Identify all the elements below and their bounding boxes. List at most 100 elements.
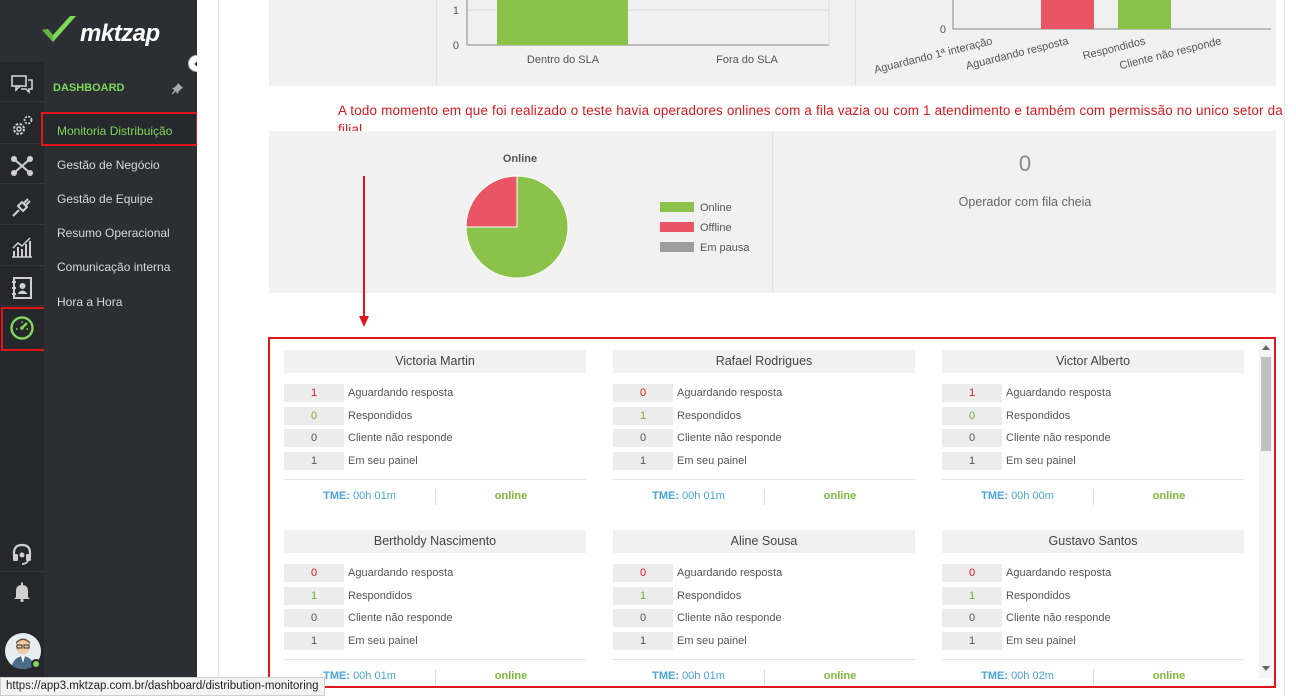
operator-metric-row: 0 Respondidos — [942, 406, 1244, 425]
pie-chart-title: Online — [503, 153, 537, 165]
operator-status: online — [494, 490, 528, 502]
operator-metric-row: 1 Em seu painel — [284, 631, 586, 650]
metric-value: 1 — [613, 406, 673, 425]
operator-metric-row: 0 Cliente não responde — [284, 609, 586, 628]
status-bar-chart: 0 Aguardando 1ª interação Aguardando res… — [873, 0, 1271, 76]
metric-label: Respondidos — [348, 589, 413, 602]
tme-label: TME: — [981, 670, 1008, 682]
bell-icon[interactable] — [0, 574, 44, 610]
metric-value: 0 — [942, 429, 1002, 448]
metric-label: Respondidos — [677, 589, 742, 602]
operator-status: online — [823, 670, 857, 682]
operator-metric-row: 1 Respondidos — [613, 586, 915, 605]
metric-value: 1 — [284, 451, 344, 470]
logo[interactable]: mktzap — [0, 0, 197, 62]
metric-label: Aguardando resposta — [348, 567, 454, 579]
y-tick-label: 0 — [453, 40, 459, 52]
tme-label: TME: — [981, 490, 1008, 502]
nav-item-hora-a-hora[interactable]: Hora a Hora — [57, 295, 122, 309]
icon-rail — [0, 0, 46, 696]
tme-text: TME: 00h 01m — [613, 490, 764, 502]
tme-value: 00h 01m — [353, 670, 396, 682]
metric-value: 0 — [284, 429, 344, 448]
metric-value: 0 — [284, 609, 344, 628]
pie-slice-offline — [465, 175, 518, 228]
operator-footer: TME: 00h 01m online — [284, 659, 586, 693]
nav-item-gestao-de-negocio[interactable]: Gestão de Negócio — [57, 158, 160, 172]
speedometer-highlight-box — [1, 307, 46, 351]
legend-swatch-em-pausa — [660, 242, 694, 252]
operator-metric-row: 1 Respondidos — [613, 406, 915, 425]
operator-metric-row: 0 Cliente não responde — [613, 609, 915, 628]
legend-label-em-pausa: Em pausa — [700, 242, 750, 254]
operator-status: online — [1152, 670, 1186, 682]
operator-metric-row: 1 Em seu painel — [284, 451, 586, 470]
operator-status: online — [494, 670, 528, 682]
operator-metric-row: 0 Respondidos — [284, 406, 586, 425]
scroll-up-arrow-icon[interactable] — [1262, 344, 1270, 350]
tme-value: 00h 01m — [353, 490, 396, 502]
plug-icon[interactable] — [0, 189, 44, 225]
bar-chart-icon[interactable] — [0, 230, 44, 266]
operator-metric-row: 0 Aguardando resposta — [613, 384, 915, 402]
y-tick-label: 0 — [940, 24, 946, 36]
checkmark-logo-icon — [42, 16, 76, 42]
operator-metric-row: 0 Aguardando resposta — [613, 564, 915, 582]
bar-aguardando-resposta — [1041, 0, 1094, 29]
nav-item-gestao-de-equipe[interactable]: Gestão de Equipe — [57, 192, 153, 206]
chat-icon[interactable] — [0, 66, 44, 102]
metric-label: Em seu painel — [348, 454, 418, 467]
metric-label: Em seu painel — [348, 634, 418, 647]
operators-scroll-thumb[interactable] — [1261, 357, 1271, 451]
nav-item-resumo-operacional[interactable]: Resumo Operacional — [57, 226, 170, 240]
tme-value: 00h 00m — [1011, 490, 1054, 502]
x-category-label: Fora do SLA — [716, 54, 778, 66]
settings-gear-icon[interactable] — [0, 108, 44, 144]
nav-section-title: DASHBOARD — [53, 82, 125, 94]
metric-label: Respondidos — [1006, 409, 1071, 422]
operator-metric-row: 1 Em seu painel — [942, 631, 1244, 650]
bar-respondidos — [1118, 0, 1171, 29]
operator-metric-row: 0 Cliente não responde — [613, 429, 915, 448]
operator-card: Victoria Martin 1 Aguardando resposta 0 Resp… — [284, 350, 586, 505]
operator-footer: TME: 00h 00m online — [942, 479, 1244, 513]
metric-value: 1 — [284, 631, 344, 650]
metric-value: 1 — [613, 586, 673, 605]
tme-label: TME: — [323, 490, 350, 502]
online-indicator-dot — [31, 659, 41, 669]
nav-item-monitoria-distribuicao[interactable]: Monitoria Distribuição — [57, 124, 172, 138]
metric-label: Aguardando resposta — [677, 387, 783, 399]
metric-label: Cliente não responde — [348, 612, 453, 625]
scroll-down-arrow-icon[interactable] — [1262, 666, 1270, 672]
metric-label: Respondidos — [677, 409, 742, 422]
operator-metric-row: 1 Respondidos — [284, 586, 586, 605]
operator-footer: TME: 00h 02m online — [942, 659, 1244, 693]
metric-label: Respondidos — [1006, 589, 1071, 602]
tme-text: TME: 00h 01m — [613, 670, 764, 682]
metric-value: 0 — [613, 384, 673, 402]
operator-metric-row: 1 Em seu painel — [613, 631, 915, 650]
browser-status-url: https://app3.mktzap.com.br/dashboard/dis… — [0, 677, 325, 696]
tme-value: 00h 02m — [1011, 670, 1054, 682]
pin-icon[interactable] — [172, 83, 183, 95]
metric-value: 1 — [942, 586, 1002, 605]
operator-card: Gustavo Santos 0 Aguardando resposta 1 Respo… — [942, 530, 1244, 685]
metric-value: 0 — [613, 609, 673, 628]
operator-metric-row: 1 Aguardando resposta — [284, 384, 586, 402]
metric-value: 1 — [942, 631, 1002, 650]
tme-label: TME: — [323, 670, 350, 682]
metric-label: Aguardando resposta — [1006, 567, 1112, 579]
operator-metric-row: 0 Cliente não responde — [942, 609, 1244, 628]
operator-metric-row: 0 Aguardando resposta — [284, 564, 586, 582]
legend-swatch-offline — [660, 222, 694, 232]
flow-network-icon[interactable] — [0, 148, 44, 184]
nav-item-comunicacao-interna[interactable]: Comunicação interna — [57, 260, 170, 274]
online-pie-chart: Online Online Offline Em pausa — [465, 153, 750, 279]
content-border-right — [1284, 0, 1285, 696]
headset-icon[interactable] — [0, 536, 44, 572]
metric-value: 1 — [284, 384, 344, 402]
tme-value: 00h 01m — [682, 670, 725, 682]
metric-value: 1 — [942, 451, 1002, 470]
contacts-book-icon[interactable] — [0, 270, 44, 306]
operator-name: Bertholdy Nascimento — [284, 530, 586, 553]
